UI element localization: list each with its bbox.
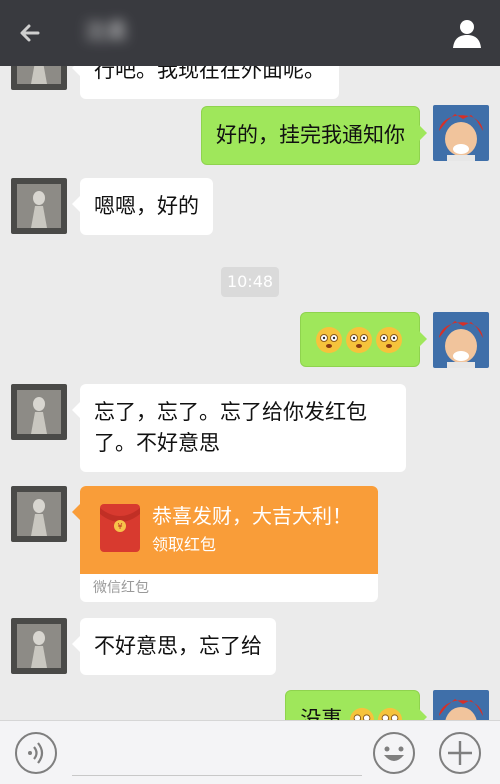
- message-list[interactable]: 行吧。我现在在外面呢。 好的，挂完我通知你 嗯嗯，好的 10:48 忘了，忘了。…: [0, 66, 500, 720]
- voice-icon[interactable]: [14, 731, 58, 775]
- message-text: 不好意思，忘了给: [94, 634, 262, 658]
- message-text: 嗯嗯，好的: [94, 194, 199, 218]
- svg-text:¥: ¥: [117, 522, 122, 531]
- person-icon[interactable]: [450, 16, 484, 50]
- awkward-face-icon: [316, 327, 342, 353]
- message-bubble[interactable]: [300, 312, 427, 367]
- red-packet-footer: 微信红包: [93, 580, 149, 596]
- awkward-face-icon: [349, 707, 375, 720]
- plus-icon[interactable]: [438, 731, 482, 775]
- red-packet-banner[interactable]: ¥ 恭喜发财，大吉大利！ 领取红包: [72, 486, 378, 574]
- message-input[interactable]: [72, 731, 362, 776]
- awkward-face-icon: [346, 327, 372, 353]
- emoji-icon[interactable]: [372, 731, 416, 775]
- red-packet-card[interactable]: ¥ 恭喜发财，大吉大利！ 领取红包 微信红包: [72, 486, 378, 602]
- self-avatar[interactable]: [433, 690, 489, 720]
- red-envelope-icon: ¥: [100, 504, 140, 552]
- contact-avatar[interactable]: [11, 66, 67, 90]
- red-packet-action: 领取红包: [152, 535, 217, 554]
- message-bubble[interactable]: 没事: [285, 690, 427, 720]
- message-text: 行吧。我现在在外面呢。: [94, 66, 325, 82]
- self-avatar[interactable]: [433, 312, 489, 368]
- chat-title: 沈柔: [84, 20, 129, 45]
- awkward-face-icon: [377, 707, 403, 720]
- message-text: 没事: [300, 707, 343, 720]
- contact-avatar[interactable]: [11, 618, 67, 674]
- message-bubble[interactable]: 忘了，忘了。忘了给你发红包 了。不好意思: [72, 384, 406, 472]
- contact-avatar[interactable]: [11, 486, 67, 542]
- contact-avatar[interactable]: [11, 384, 67, 440]
- timestamp-badge: 10:48: [221, 267, 279, 297]
- chat-header: 沈柔: [0, 0, 500, 66]
- input-bar: [0, 720, 500, 784]
- self-avatar[interactable]: [433, 105, 489, 161]
- awkward-face-icon: [376, 327, 402, 353]
- back-arrow-icon[interactable]: [18, 21, 42, 45]
- message-bubble[interactable]: 行吧。我现在在外面呢。: [72, 66, 339, 99]
- message-text: 好的，挂完我通知你: [216, 123, 405, 147]
- message-text-line: 忘了，忘了。忘了给你发红包: [94, 400, 367, 424]
- red-packet-title: 恭喜发财，大吉大利！: [152, 504, 352, 528]
- message-bubble[interactable]: 好的，挂完我通知你: [201, 106, 427, 165]
- message-bubble[interactable]: 嗯嗯，好的: [72, 178, 213, 235]
- contact-avatar[interactable]: [11, 178, 67, 234]
- message-text-line: 了。不好意思: [94, 431, 220, 455]
- message-bubble[interactable]: 不好意思，忘了给: [72, 618, 276, 675]
